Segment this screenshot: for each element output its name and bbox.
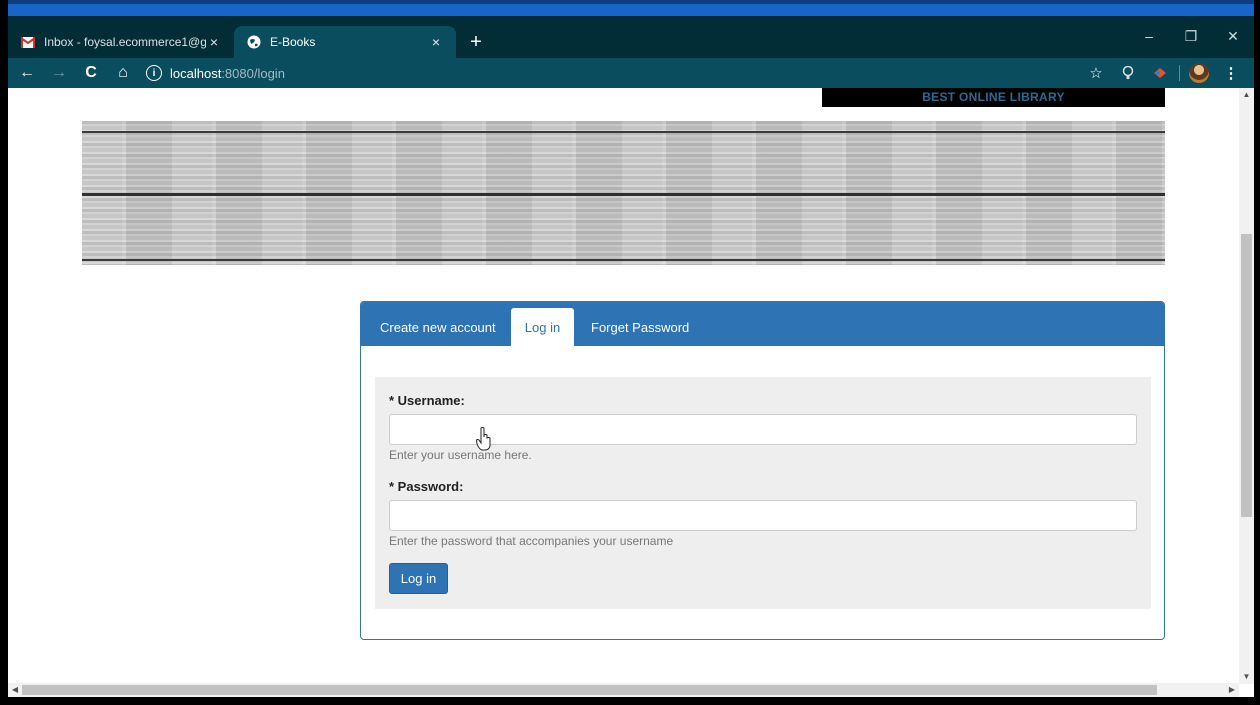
- tab-inbox[interactable]: Inbox - foysal.ecommerce1@gm ×: [8, 26, 234, 58]
- window-controls: – ❐ ✕: [1128, 22, 1254, 50]
- tab-strip: Inbox - foysal.ecommerce1@gm × E-Books ×…: [8, 16, 1254, 58]
- login-submit-button[interactable]: Log in: [389, 563, 448, 594]
- panel-tabs: Create new account Log in Forget Passwor…: [361, 302, 1164, 346]
- tab-login[interactable]: Log in: [511, 308, 574, 346]
- tab-ebooks[interactable]: E-Books ×: [234, 26, 456, 58]
- page-viewport: BEST ONLINE LIBRARY Create new account L…: [8, 88, 1254, 705]
- hand-cursor-icon: [476, 427, 491, 451]
- window-bottom-edge: [8, 697, 1254, 705]
- tab-forget-password[interactable]: Forget Password: [591, 308, 689, 346]
- home-button[interactable]: ⌂: [110, 60, 136, 86]
- window-top-accent: [8, 0, 1254, 16]
- forward-button[interactable]: →: [46, 60, 72, 86]
- minimize-button[interactable]: –: [1128, 22, 1170, 50]
- scroll-right-icon[interactable]: ▶: [1225, 683, 1239, 697]
- horizontal-scroll-thumb[interactable]: [22, 685, 1157, 695]
- restore-button[interactable]: ❐: [1170, 22, 1212, 50]
- vertical-scrollbar[interactable]: ▲ ▼: [1239, 88, 1254, 684]
- globe-icon: [246, 34, 262, 50]
- horizontal-scrollbar[interactable]: ◀ ▶: [8, 683, 1239, 697]
- tab-close-icon[interactable]: ×: [428, 34, 444, 50]
- reload-button[interactable]: C: [78, 60, 104, 86]
- scroll-up-icon[interactable]: ▲: [1239, 88, 1254, 102]
- login-form: * Username: Enter your username here. * …: [375, 377, 1151, 609]
- password-input[interactable]: [389, 500, 1137, 531]
- password-label: * Password:: [389, 479, 464, 494]
- profile-avatar[interactable]: [1186, 60, 1212, 86]
- toolbar-separator: [1179, 65, 1180, 81]
- wood-header-image: [82, 121, 1165, 265]
- username-input[interactable]: [389, 414, 1137, 445]
- new-tab-button[interactable]: +: [462, 28, 490, 56]
- browser-menu-icon[interactable]: ⋮: [1218, 60, 1244, 86]
- close-window-button[interactable]: ✕: [1212, 22, 1254, 50]
- brand-banner: BEST ONLINE LIBRARY: [822, 88, 1165, 107]
- password-help: Enter the password that accompanies your…: [389, 534, 674, 548]
- url-host: localhost: [170, 65, 222, 81]
- tab-title: Inbox - foysal.ecommerce1@gm: [44, 35, 206, 49]
- gmail-icon: [20, 34, 36, 50]
- username-label: * Username:: [389, 393, 465, 408]
- scroll-down-icon[interactable]: ▼: [1239, 670, 1254, 684]
- info-icon[interactable]: i: [146, 65, 162, 81]
- login-panel: Create new account Log in Forget Passwor…: [360, 301, 1165, 640]
- back-button[interactable]: ←: [14, 60, 40, 86]
- url-path: :8080/login: [221, 65, 285, 81]
- username-help: Enter your username here.: [389, 448, 532, 462]
- tab-close-icon[interactable]: ×: [206, 34, 222, 50]
- extension-red-icon[interactable]: [1147, 60, 1173, 86]
- tab-create-account[interactable]: Create new account: [380, 308, 496, 346]
- address-bar[interactable]: i localhost :8080/login: [146, 61, 285, 85]
- vertical-scroll-thumb[interactable]: [1241, 234, 1252, 517]
- tab-title: E-Books: [270, 35, 316, 49]
- scroll-left-icon[interactable]: ◀: [8, 683, 22, 697]
- toolbar-actions: ☆ ⋮: [1083, 60, 1244, 86]
- browser-window: Inbox - foysal.ecommerce1@gm × E-Books ×…: [8, 0, 1254, 705]
- extension-icon[interactable]: [1115, 60, 1141, 86]
- browser-toolbar: ← → C ⌂ i localhost :8080/login ☆ ⋮: [8, 58, 1254, 88]
- bookmark-star-icon[interactable]: ☆: [1083, 60, 1109, 86]
